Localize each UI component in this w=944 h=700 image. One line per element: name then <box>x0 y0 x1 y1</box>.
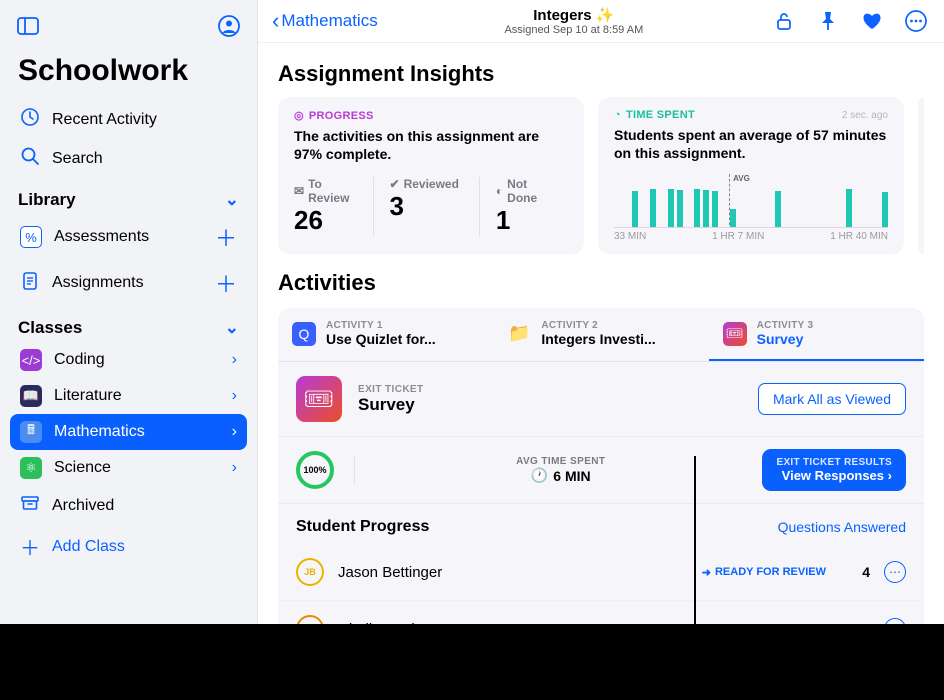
time-spent-card[interactable]: ◔TIME SPENT 2 sec. ago Students spent an… <box>598 97 904 254</box>
check-circle-icon: ✔ <box>390 177 400 191</box>
nav-search[interactable]: Search <box>10 139 247 178</box>
chevron-right-icon: › <box>232 387 237 405</box>
chevron-down-icon: ⌄ <box>225 190 239 210</box>
class-mathematics[interactable]: 🖩 Mathematics › <box>10 414 247 450</box>
clock-icon <box>20 107 40 132</box>
inbox-icon: ✉ <box>294 184 304 198</box>
sidebar: Schoolwork Recent Activity Search Librar… <box>0 0 258 624</box>
avatar: CB <box>296 615 324 624</box>
heart-icon[interactable] <box>858 7 886 35</box>
activity-kicker: EXIT TICKET <box>358 384 742 395</box>
pin-icon[interactable] <box>814 7 842 35</box>
activity-tab-1[interactable]: Q ACTIVITY 1Use Quizlet for... <box>278 308 493 361</box>
plus-icon[interactable]: ＋ <box>215 267 237 299</box>
student-progress-heading: Student Progress <box>296 518 429 536</box>
questions-answered-link[interactable]: Questions Answered <box>778 519 906 535</box>
topbar: ‹ Mathematics Integers ✨ Assigned Sep 10… <box>258 0 944 43</box>
ticket-icon: 🎟 <box>723 322 747 346</box>
account-icon[interactable] <box>215 12 243 40</box>
avg-marker: AVG <box>729 174 750 225</box>
letterbox <box>0 624 944 700</box>
half-circle-icon: ◐ <box>496 184 503 198</box>
arrow-circle-icon: ➜ <box>702 566 711 579</box>
calculator-icon: 🖩 <box>20 421 42 443</box>
clock-icon: 🕐 <box>531 467 548 484</box>
archive-icon <box>20 493 40 518</box>
student-row[interactable]: JB Jason Bettinger ➜READY FOR REVIEW 4 ⋯ <box>278 544 924 601</box>
book-icon: 📖 <box>20 385 42 407</box>
timestamp: 2 sec. ago <box>842 110 888 121</box>
lock-open-icon[interactable] <box>770 7 798 35</box>
search-icon <box>20 146 40 171</box>
page-title: Integers ✨ Assigned Sep 10 at 8:59 AM <box>504 6 643 36</box>
nav-assessments[interactable]: % Assessments ＋ <box>10 214 247 260</box>
app-title: Schoolwork <box>10 50 247 100</box>
chevron-left-icon: ‹ <box>272 8 279 34</box>
activities-heading: Activities <box>278 270 924 296</box>
target-icon: ◎ <box>294 109 304 122</box>
library-header[interactable]: Library ⌄ <box>10 178 247 214</box>
add-class-button[interactable]: ＋ Add Class <box>10 525 247 568</box>
class-science[interactable]: ⚛ Science › <box>10 450 247 486</box>
plus-icon[interactable]: ＋ <box>215 221 237 253</box>
atom-icon: ⚛ <box>20 457 42 479</box>
classes-header[interactable]: Classes ⌄ <box>10 306 247 342</box>
time-histogram: AVG <box>614 176 888 228</box>
class-literature[interactable]: 📖 Literature › <box>10 378 247 414</box>
chevron-right-icon: › <box>888 468 892 483</box>
plus-icon: ＋ <box>20 532 40 561</box>
status-badge: ➜READY FOR REVIEW <box>702 566 826 579</box>
sidebar-toggle-icon[interactable] <box>14 12 42 40</box>
activity-title: Survey <box>358 395 742 415</box>
survey-icon: 🎟 <box>296 376 342 422</box>
progress-card[interactable]: ◎ PROGRESS The activities on this assign… <box>278 97 584 254</box>
class-coding[interactable]: </> Coding › <box>10 342 247 378</box>
activities-panel: Q ACTIVITY 1Use Quizlet for... 📁 ACTIVIT… <box>278 308 924 624</box>
view-responses-button[interactable]: EXIT TICKET RESULTS View Responses › <box>762 449 906 491</box>
more-icon[interactable] <box>902 7 930 35</box>
student-row[interactable]: CB Chella Boehm ➜READY FOR REVIEW 4 ⋯ <box>278 601 924 624</box>
chevron-right-icon: › <box>232 459 237 477</box>
row-more-button[interactable]: ⋯ <box>884 561 906 583</box>
class-archived[interactable]: Archived <box>10 486 247 525</box>
mark-all-viewed-button[interactable]: Mark All as Viewed <box>758 383 906 415</box>
chevron-down-icon: ⌄ <box>225 318 239 338</box>
chevron-right-icon: › <box>232 351 237 369</box>
main-content: ‹ Mathematics Integers ✨ Assigned Sep 10… <box>258 0 944 624</box>
code-icon: </> <box>20 349 42 371</box>
nav-recent-activity[interactable]: Recent Activity <box>10 100 247 139</box>
nav-assignments[interactable]: Assignments ＋ <box>10 260 247 306</box>
completion-ring: 100% <box>296 451 334 489</box>
avatar: JB <box>296 558 324 586</box>
percent-icon: % <box>20 226 42 248</box>
chevron-right-icon: › <box>232 423 237 441</box>
activity-tab-3[interactable]: 🎟 ACTIVITY 3Survey <box>709 308 924 361</box>
timer-icon: ◔ <box>614 109 621 121</box>
avg-time-label: AVG TIME SPENT <box>379 456 742 467</box>
back-button[interactable]: ‹ Mathematics <box>272 8 378 34</box>
activity-tab-2[interactable]: 📁 ACTIVITY 2Integers Investi... <box>493 308 708 361</box>
quizlet-icon: Q <box>292 322 316 346</box>
folder-icon: 📁 <box>507 322 531 346</box>
insights-heading: Assignment Insights <box>278 61 924 87</box>
next-card-peek[interactable] <box>918 97 924 254</box>
document-icon <box>20 271 40 296</box>
